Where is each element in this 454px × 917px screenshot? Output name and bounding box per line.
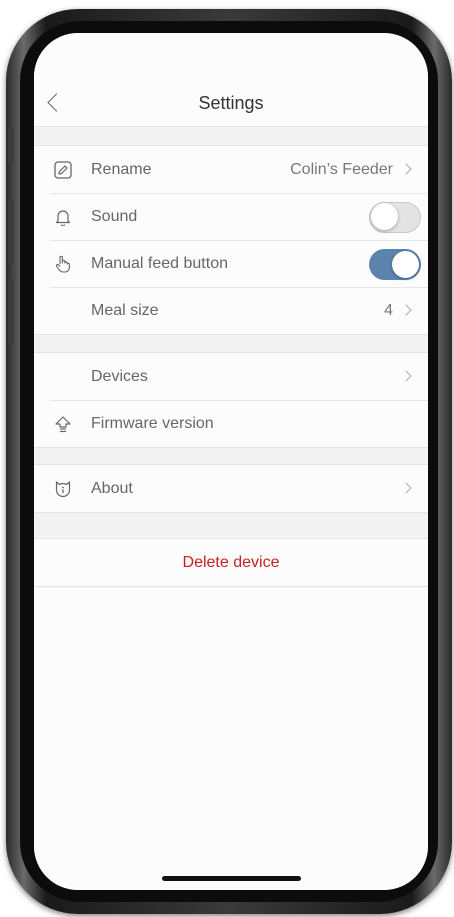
toggle-knob bbox=[392, 251, 419, 278]
firmware-upload-icon bbox=[55, 416, 71, 433]
screen: Settings Rename Colin’s Feeder Sound Man… bbox=[34, 33, 428, 890]
settings-group-info: About bbox=[34, 464, 428, 513]
firmware-row[interactable]: Firmware version bbox=[34, 400, 428, 447]
volume-up-button bbox=[8, 199, 14, 265]
firmware-label: Firmware version bbox=[91, 415, 214, 432]
hand-pointer-icon bbox=[55, 255, 70, 273]
manual-feed-toggle[interactable] bbox=[369, 249, 421, 280]
page-title: Settings bbox=[198, 93, 264, 113]
empty-area bbox=[34, 587, 428, 890]
rename-row[interactable]: Rename Colin’s Feeder bbox=[34, 146, 428, 193]
chevron-right-icon bbox=[400, 370, 412, 382]
cat-info-icon bbox=[55, 481, 71, 498]
manual-feed-label: Manual feed button bbox=[91, 255, 228, 272]
pencil-icon bbox=[54, 161, 72, 179]
delete-device-button[interactable]: Delete device bbox=[34, 538, 428, 587]
volume-down-button bbox=[8, 279, 14, 345]
sound-row: Sound bbox=[34, 193, 428, 240]
settings-group-hardware: Devices Firmware version bbox=[34, 352, 428, 448]
settings-group-device: Rename Colin’s Feeder Sound Manual feed … bbox=[34, 145, 428, 335]
manual-feed-row: Manual feed button bbox=[34, 240, 428, 287]
about-label: About bbox=[91, 480, 133, 497]
home-indicator[interactable] bbox=[162, 876, 301, 881]
about-row[interactable]: About bbox=[34, 465, 428, 512]
meal-size-row[interactable]: Meal size 4 bbox=[34, 287, 428, 334]
meal-size-label: Meal size bbox=[91, 302, 159, 319]
toggle-knob bbox=[371, 203, 398, 230]
chevron-right-icon bbox=[400, 482, 412, 494]
rename-label: Rename bbox=[91, 161, 152, 178]
chevron-right-icon bbox=[400, 163, 412, 175]
delete-device-label: Delete device bbox=[182, 554, 280, 571]
chevron-right-icon bbox=[400, 304, 412, 316]
nav-bar: Settings bbox=[34, 33, 428, 127]
sound-label: Sound bbox=[91, 208, 138, 225]
mute-switch bbox=[8, 127, 14, 163]
devices-label: Devices bbox=[91, 368, 148, 385]
meal-size-value: 4 bbox=[384, 302, 393, 319]
bell-icon bbox=[55, 210, 71, 226]
sound-toggle[interactable] bbox=[369, 202, 421, 233]
rename-value: Colin’s Feeder bbox=[290, 161, 393, 178]
devices-row[interactable]: Devices bbox=[34, 353, 428, 400]
